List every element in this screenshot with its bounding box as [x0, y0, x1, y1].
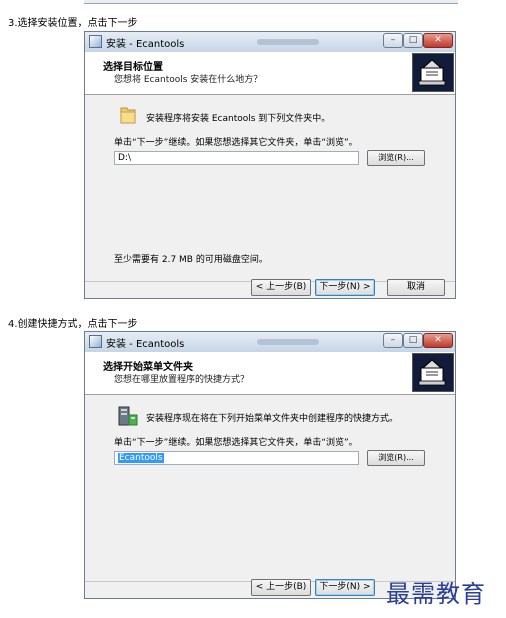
close-button[interactable]: ✕	[423, 33, 453, 48]
folder-icon	[119, 105, 137, 125]
minimize-button[interactable]: –	[383, 33, 403, 48]
step-4-caption: 4.创建快捷方式，点击下一步	[8, 319, 138, 330]
installer-window-start-menu: 安装 - Ecantools – □ ✕ 选择开始菜单文件夹 您想在哪里放置程序…	[84, 331, 456, 599]
header-title: 选择开始菜单文件夹	[103, 362, 193, 373]
instruction-text: 单击“下一步”继续。如果您想选择其它文件夹，单击“浏览”。	[114, 438, 358, 448]
wizard-header: 选择目标位置 您想将 Ecantools 安装在什么地方？	[85, 52, 455, 95]
info-text: 安装程序将安装 Ecantools 到下列文件夹中。	[146, 114, 331, 124]
installer-app-icon	[89, 335, 102, 348]
info-text: 安装程序现在将在下列开始菜单文件夹中创建程序的快捷方式。	[146, 414, 399, 424]
disk-space-text: 至少需要有 2.7 MB 的可用磁盘空间。	[114, 255, 268, 265]
program-group-icon	[115, 405, 139, 427]
window-title: 安装 - Ecantools	[106, 339, 185, 350]
installer-logo-icon	[412, 53, 454, 92]
start-menu-folder-value: Ecantools	[118, 453, 164, 463]
blurred-area	[257, 339, 319, 345]
wizard-body: 安装程序现在将在下列开始菜单文件夹中创建程序的快捷方式。 单击“下一步”继续。如…	[85, 395, 455, 581]
browse-button[interactable]: 浏览(R)...	[367, 450, 425, 466]
blurred-area	[257, 39, 319, 45]
maximize-button[interactable]: □	[403, 33, 423, 48]
instruction-text: 单击“下一步”继续。如果您想选择其它文件夹，单击“浏览”。	[114, 138, 358, 148]
installer-window-location: 安装 - Ecantools – □ ✕ 选择目标位置 您想将 Ecantool…	[84, 31, 456, 299]
previous-window-edge	[84, 0, 458, 4]
installer-logo-icon	[412, 353, 454, 392]
step-3-caption: 3.选择安装位置，点击下一步	[8, 18, 138, 29]
wizard-header: 选择开始菜单文件夹 您想在哪里放置程序的快捷方式？	[85, 352, 455, 395]
wizard-footer: < 上一步(B) 下一步(N) > 取消	[85, 279, 455, 300]
start-menu-folder-input[interactable]: Ecantools	[114, 451, 359, 465]
installer-app-icon	[89, 35, 102, 48]
cancel-button[interactable]: 取消	[387, 279, 445, 296]
header-subtitle: 您想将 Ecantools 安装在什么地方？	[114, 75, 263, 85]
window-title: 安装 - Ecantools	[106, 39, 185, 50]
browse-button[interactable]: 浏览(R)...	[367, 150, 425, 166]
install-path-input[interactable]: D:\	[114, 151, 359, 165]
header-subtitle: 您想在哪里放置程序的快捷方式？	[114, 375, 250, 385]
title-bar[interactable]: 安装 - Ecantools – □ ✕	[85, 332, 455, 353]
minimize-button[interactable]: –	[383, 333, 403, 348]
back-button[interactable]: < 上一步(B)	[251, 279, 311, 296]
header-title: 选择目标位置	[103, 62, 163, 73]
next-button[interactable]: 下一步(N) >	[315, 279, 375, 296]
watermark-logo: 最需教育	[386, 580, 486, 608]
wizard-body: 安装程序将安装 Ecantools 到下列文件夹中。 单击“下一步”继续。如果您…	[85, 95, 455, 281]
maximize-button[interactable]: □	[403, 333, 423, 348]
next-button[interactable]: 下一步(N) >	[315, 579, 375, 596]
back-button[interactable]: < 上一步(B)	[251, 579, 311, 596]
install-path-value: D:\	[118, 153, 131, 163]
title-bar[interactable]: 安装 - Ecantools – □ ✕	[85, 32, 455, 53]
close-button[interactable]: ✕	[423, 333, 453, 348]
